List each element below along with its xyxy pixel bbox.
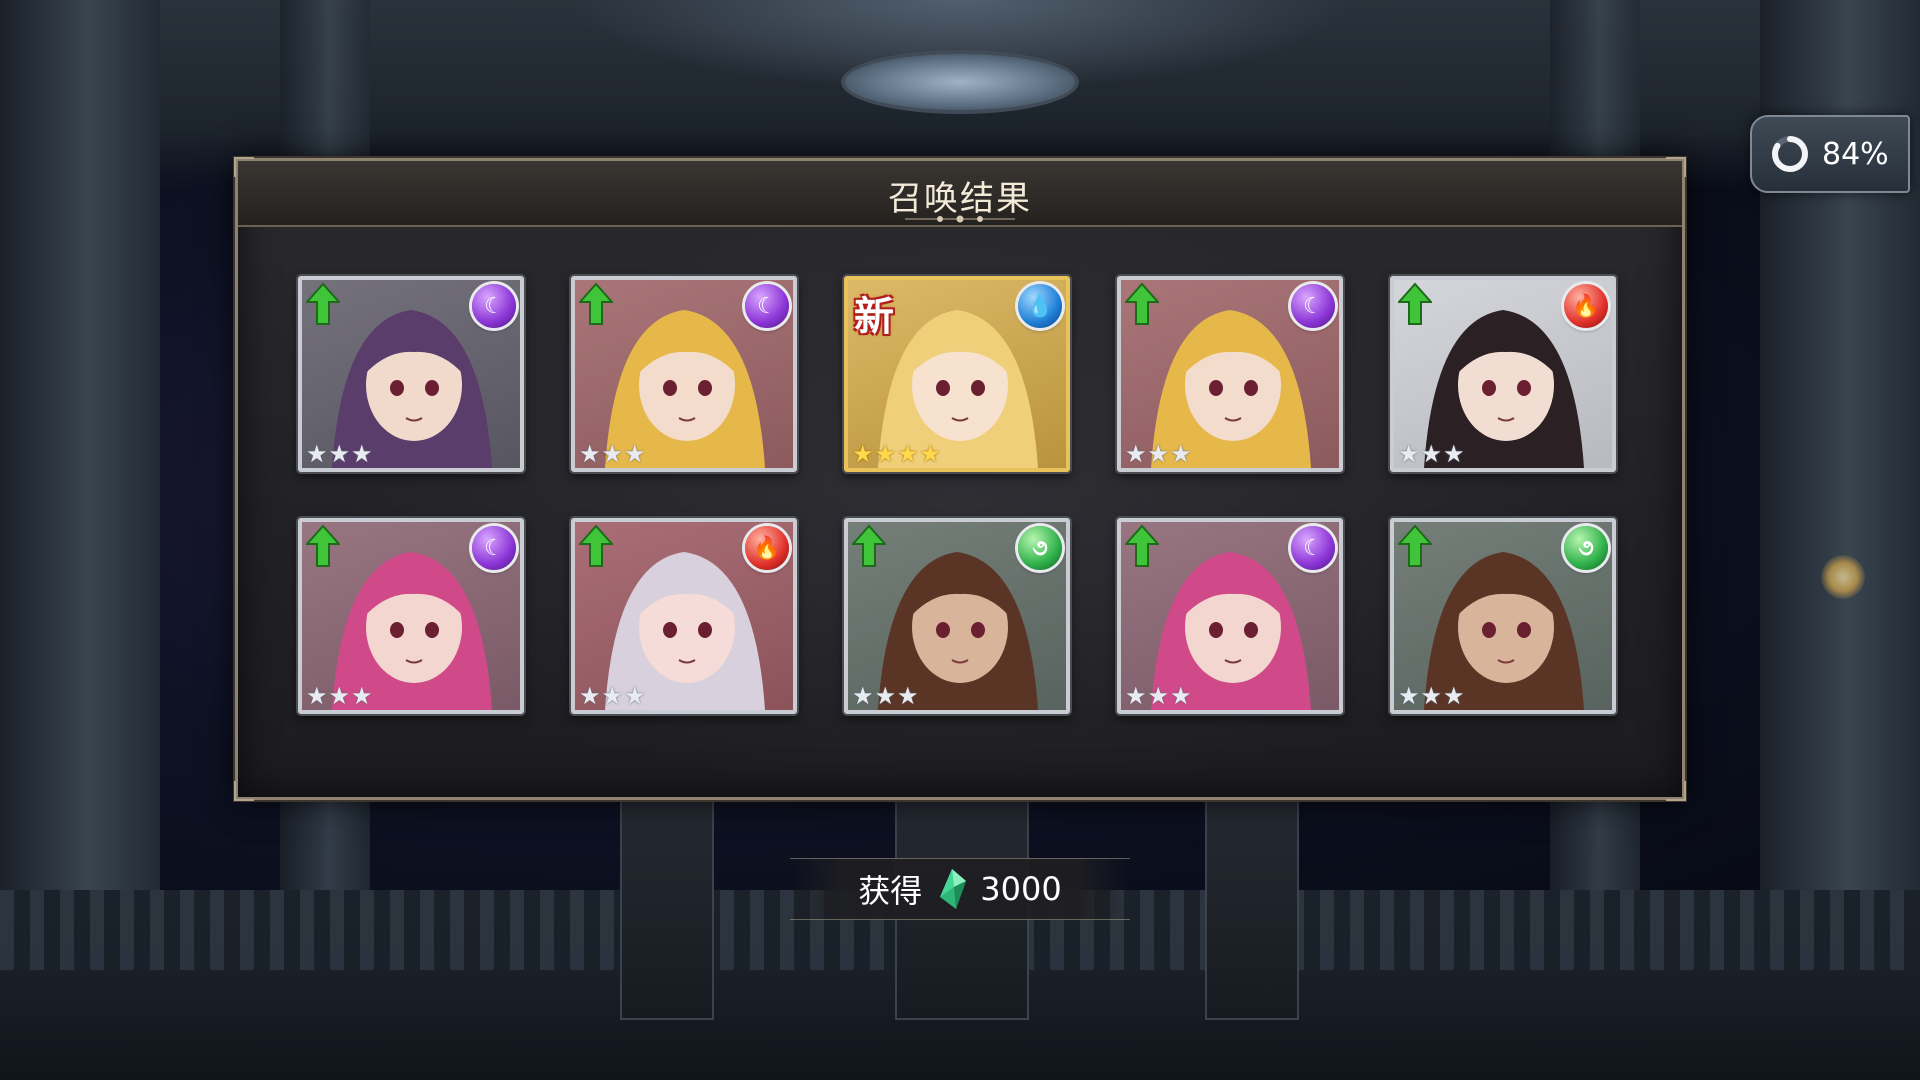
result-card[interactable]: ૭ ★ ★ ★ bbox=[844, 518, 1070, 714]
rank-up-arrow-icon bbox=[1398, 282, 1432, 325]
progress-badge[interactable]: 84% bbox=[1750, 115, 1910, 193]
star-icon: ★ bbox=[624, 440, 646, 468]
rank-up-arrow-icon bbox=[579, 282, 613, 325]
result-card[interactable]: ૭ ★ ★ ★ bbox=[1390, 518, 1616, 714]
frame-corner bbox=[1666, 781, 1686, 801]
star-icon: ★ bbox=[1443, 440, 1465, 468]
wind-swirl-icon: ૭ bbox=[1564, 526, 1608, 570]
star-icon: ★ bbox=[306, 440, 328, 468]
crescent-moon-icon: ☾ bbox=[472, 284, 516, 328]
star-icon: ★ bbox=[601, 440, 624, 468]
result-card[interactable]: ☾ ★ ★ ★ bbox=[298, 518, 524, 714]
star-icon: ★ bbox=[874, 682, 897, 710]
rarity-stars: ★ ★ ★ bbox=[852, 684, 919, 708]
result-card[interactable]: ☾ ★ ★ ★ bbox=[571, 276, 797, 472]
star-icon: ★ bbox=[874, 440, 897, 468]
crescent-moon-icon: ☾ bbox=[1291, 284, 1335, 328]
star-icon: ★ bbox=[328, 682, 351, 710]
result-card[interactable]: ☾ ★ ★ ★ bbox=[1117, 518, 1343, 714]
rarity-stars: ★ ★ ★ bbox=[306, 684, 373, 708]
star-icon: ★ bbox=[579, 440, 601, 468]
rarity-stars: ★ ★ ★ bbox=[306, 442, 373, 466]
rank-up-arrow-icon bbox=[1398, 524, 1432, 567]
star-icon: ★ bbox=[1398, 682, 1420, 710]
star-icon: ★ bbox=[1443, 682, 1465, 710]
star-icon: ★ bbox=[306, 682, 328, 710]
result-card[interactable]: 🔥 ★ ★ ★ bbox=[1390, 276, 1616, 472]
rarity-stars: ★ ★ ★ bbox=[1398, 684, 1465, 708]
green-crystal-icon bbox=[940, 869, 967, 909]
rarity-stars: ★ ★ ★ bbox=[1398, 442, 1465, 466]
loading-ring-icon bbox=[1772, 136, 1808, 172]
result-card-grid: ☾ ★ ★ ★ ☾ ★ ★ ★ 新 💧 ★ ★ ★ ★ ☾ ★ ★ ★ 🔥 ★ ★ ★ ☾ ★ ★ ★ 🔥 ★ ★ ★ ૭ ★ ★ ★ ☾ ★ ★ ★ ૭ ★… bbox=[298, 276, 1616, 714]
flame-icon: 🔥 bbox=[1564, 284, 1608, 328]
star-icon: ★ bbox=[351, 440, 373, 468]
frame-corner bbox=[234, 781, 254, 801]
rank-up-arrow-icon bbox=[306, 524, 340, 567]
crescent-moon-icon: ☾ bbox=[745, 284, 789, 328]
rank-up-arrow-icon bbox=[306, 282, 340, 325]
star-icon: ★ bbox=[897, 682, 919, 710]
crescent-moon-icon: ☾ bbox=[472, 526, 516, 570]
rank-up-arrow-icon bbox=[1125, 282, 1159, 325]
title-ornament-icon bbox=[905, 215, 1015, 223]
star-icon: ★ bbox=[1170, 440, 1192, 468]
star-icon: ★ bbox=[579, 682, 601, 710]
crescent-moon-icon: ☾ bbox=[1291, 526, 1335, 570]
star-icon: ★ bbox=[897, 440, 919, 468]
result-card[interactable]: ☾ ★ ★ ★ bbox=[1117, 276, 1343, 472]
star-icon: ★ bbox=[601, 682, 624, 710]
reward-amount: 3000 bbox=[980, 870, 1062, 908]
star-icon: ★ bbox=[624, 682, 646, 710]
result-card[interactable]: 🔥 ★ ★ ★ bbox=[571, 518, 797, 714]
star-icon: ★ bbox=[1420, 440, 1443, 468]
rarity-stars: ★ ★ ★ bbox=[1125, 442, 1192, 466]
summon-result-panel: 召唤结果 ☾ ★ ★ ★ ☾ ★ ★ ★ 新 💧 ★ ★ ★ ★ ☾ ★ ★ ★ 🔥 ★ ★ ★ ☾ ★ ★ ★ 🔥 ★ ★ ★ ૭ ★ ★ ★ ☾… bbox=[234, 157, 1686, 801]
reward-label: 获得 bbox=[858, 872, 923, 910]
star-icon: ★ bbox=[1125, 682, 1147, 710]
rarity-stars: ★ ★ ★ bbox=[579, 442, 646, 466]
star-icon: ★ bbox=[1420, 682, 1443, 710]
star-icon: ★ bbox=[1398, 440, 1420, 468]
star-icon: ★ bbox=[1147, 440, 1170, 468]
flame-icon: 🔥 bbox=[745, 526, 789, 570]
star-icon: ★ bbox=[1125, 440, 1147, 468]
water-drop-icon: 💧 bbox=[1018, 284, 1062, 328]
star-icon: ★ bbox=[852, 682, 874, 710]
wind-swirl-icon: ૭ bbox=[1018, 526, 1062, 570]
star-icon: ★ bbox=[919, 440, 942, 468]
rank-up-arrow-icon bbox=[852, 524, 886, 567]
star-icon: ★ bbox=[328, 440, 351, 468]
result-card[interactable]: 新 💧 ★ ★ ★ ★ bbox=[844, 276, 1070, 472]
rank-up-arrow-icon bbox=[1125, 524, 1159, 567]
panel-title: 召唤结果 bbox=[888, 179, 1032, 219]
star-icon: ★ bbox=[1170, 682, 1192, 710]
result-card[interactable]: ☾ ★ ★ ★ bbox=[298, 276, 524, 472]
rarity-stars: ★ ★ ★ ★ bbox=[852, 442, 941, 466]
star-icon: ★ bbox=[351, 682, 373, 710]
ceiling-dome bbox=[841, 50, 1079, 114]
new-badge: 新 bbox=[854, 293, 894, 340]
rarity-stars: ★ ★ ★ bbox=[1125, 684, 1192, 708]
rarity-stars: ★ ★ ★ bbox=[579, 684, 646, 708]
glow-orb bbox=[1821, 555, 1865, 599]
progress-label: 84% bbox=[1822, 136, 1889, 172]
star-icon: ★ bbox=[852, 440, 874, 468]
rank-up-arrow-icon bbox=[579, 524, 613, 567]
panel-title-bar: 召唤结果 bbox=[238, 161, 1682, 227]
reward-bar: 获得 3000 bbox=[790, 858, 1130, 920]
star-icon: ★ bbox=[1147, 682, 1170, 710]
